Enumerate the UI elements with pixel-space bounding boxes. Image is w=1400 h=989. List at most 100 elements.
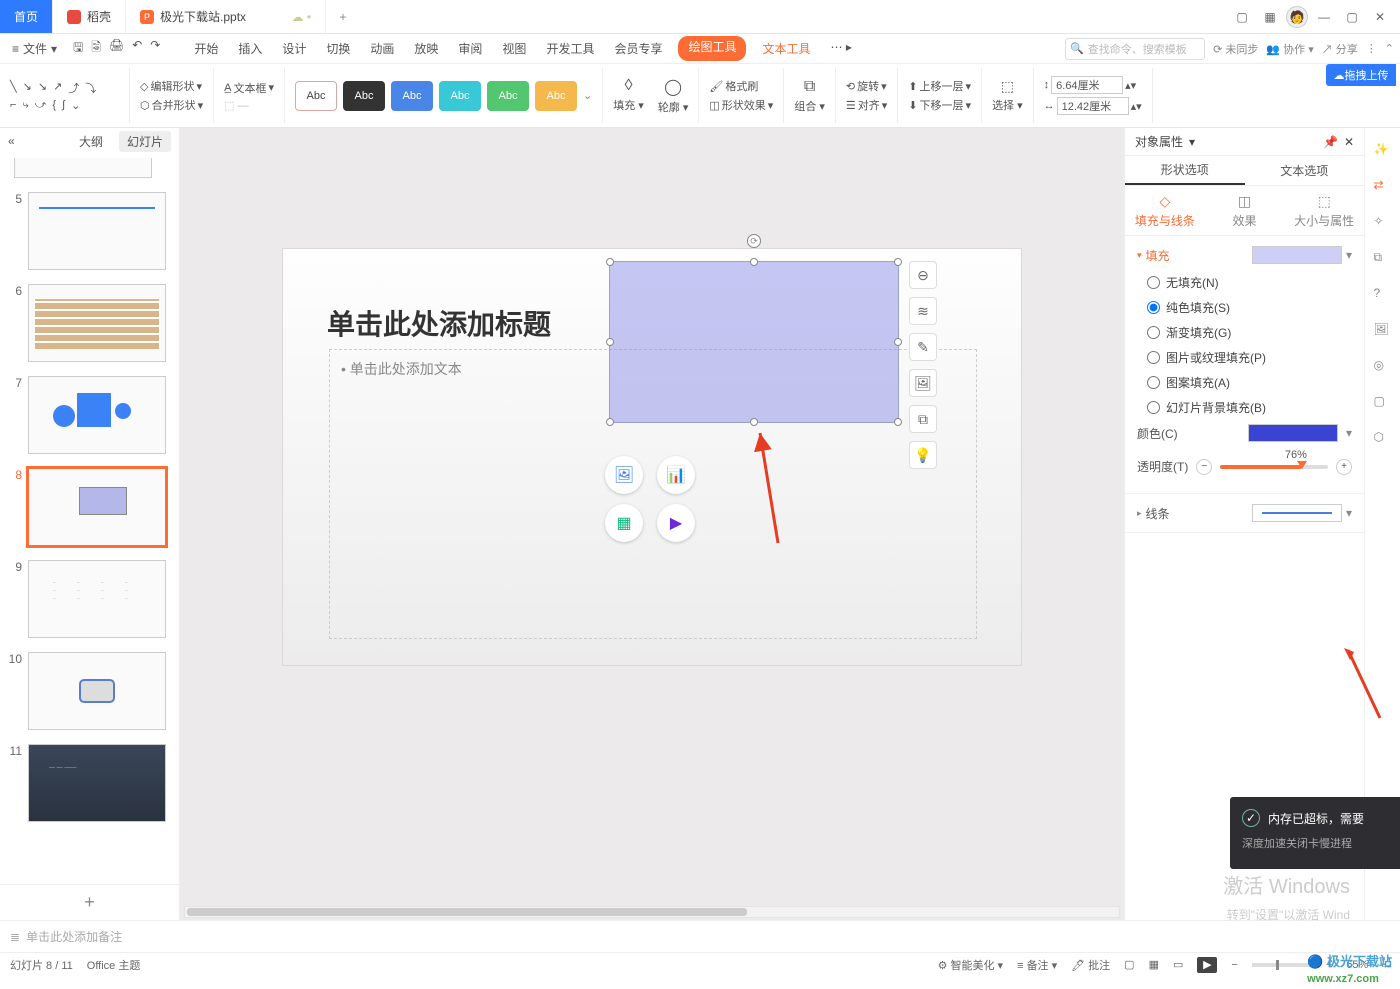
mtab-draw-tool[interactable]: 绘图工具 bbox=[678, 36, 746, 61]
fill-preview-swatch[interactable] bbox=[1252, 246, 1342, 264]
thumb-6[interactable] bbox=[28, 284, 166, 362]
radio-pattern-fill[interactable]: 图案填充(A) bbox=[1147, 374, 1352, 391]
height-input[interactable]: 6.64厘米 bbox=[1051, 76, 1123, 94]
style-2[interactable]: Abc bbox=[343, 81, 385, 111]
mtab-dev[interactable]: 开发工具 bbox=[542, 36, 598, 61]
view-normal-icon[interactable]: ▢ bbox=[1124, 958, 1134, 971]
transparency-increase[interactable]: + bbox=[1336, 459, 1352, 475]
style-6[interactable]: Abc bbox=[535, 81, 577, 111]
mtab-start[interactable]: 开始 bbox=[190, 36, 222, 61]
rb-sparkle-icon[interactable]: ✨ bbox=[1374, 142, 1392, 160]
nav-slides-tab[interactable]: 幻灯片 bbox=[119, 131, 171, 152]
mtab-animation[interactable]: 动画 bbox=[366, 36, 398, 61]
tab-document[interactable]: P 极光下载站.pptx ☁ • bbox=[126, 0, 326, 33]
rb-star-icon[interactable]: ✧ bbox=[1374, 214, 1392, 232]
thumb-11[interactable]: — — —— bbox=[28, 744, 166, 822]
nav-outline-tab[interactable]: 大纲 bbox=[71, 131, 111, 152]
tab-add-button[interactable]: + bbox=[326, 0, 360, 33]
section-fill-header[interactable]: 填充 bbox=[1146, 247, 1170, 264]
thumb-5[interactable] bbox=[28, 192, 166, 270]
menu-more[interactable]: ⋮ bbox=[1366, 42, 1377, 55]
insert-chart-icon[interactable]: 📊 bbox=[657, 456, 695, 494]
thumb-10[interactable] bbox=[28, 652, 166, 730]
send-backward-btn[interactable]: ⬇ 下移一层 ▾ bbox=[908, 97, 971, 113]
rotate-btn[interactable]: ⟲ 旋转 ▾ bbox=[846, 78, 887, 94]
tab-home[interactable]: 首页 bbox=[0, 0, 53, 33]
memory-notification[interactable]: ✓内存已超标，需要 深度加速关闭卡慢进程 bbox=[1230, 797, 1400, 869]
mtab-transition[interactable]: 切换 bbox=[322, 36, 354, 61]
rb-cube-icon[interactable]: ⬡ bbox=[1374, 430, 1392, 448]
share-button[interactable]: ↗ 分享 bbox=[1322, 41, 1358, 57]
panel-pin-icon[interactable]: 📌 bbox=[1323, 135, 1338, 149]
rb-layers-icon[interactable]: ⧉ bbox=[1374, 250, 1392, 268]
slide-body-placeholder[interactable]: • 单击此处添加文本 bbox=[341, 359, 462, 379]
rotate-handle[interactable]: ⟳ bbox=[747, 234, 761, 248]
subtab-effect[interactable]: ◫效果 bbox=[1205, 186, 1285, 235]
zoom-slider[interactable] bbox=[1252, 963, 1312, 967]
float-image-icon[interactable]: 🖼 bbox=[909, 369, 937, 397]
radio-gradient-fill[interactable]: 渐变填充(G) bbox=[1147, 324, 1352, 341]
coop-button[interactable]: 👥 协作 ▾ bbox=[1266, 41, 1313, 57]
mtab-slideshow[interactable]: 放映 bbox=[410, 36, 442, 61]
combine-btn[interactable]: ⧉组合 ▾ bbox=[794, 78, 825, 114]
slide[interactable]: 单击此处添加标题 • 单击此处添加文本 ⟳ ⊖ ≋ ✎ 🖼 ⧉ 💡 bbox=[282, 248, 1022, 666]
avatar[interactable]: 🧑 bbox=[1286, 6, 1308, 28]
view-sorter-icon[interactable]: ▦ bbox=[1149, 958, 1159, 971]
add-slide-button[interactable]: + bbox=[0, 884, 179, 920]
select-btn[interactable]: ⬚选择 ▾ bbox=[992, 78, 1023, 113]
float-copy-icon[interactable]: ⧉ bbox=[909, 405, 937, 433]
mtab-insert[interactable]: 插入 bbox=[234, 36, 266, 61]
line-preview[interactable] bbox=[1252, 504, 1342, 522]
qat-undo-icon[interactable]: ↶ bbox=[132, 38, 142, 59]
sync-status[interactable]: ⟳ 未同步 bbox=[1213, 41, 1258, 57]
style-5[interactable]: Abc bbox=[487, 81, 529, 111]
rb-settings-icon[interactable]: ⇄ bbox=[1374, 178, 1392, 196]
search-input[interactable]: 🔍 查找命令、搜索模板 bbox=[1065, 38, 1205, 60]
subtab-size[interactable]: ⬚大小与属性 bbox=[1284, 186, 1364, 235]
textbox-btn[interactable]: A̲ 文本框 ▾ bbox=[224, 80, 274, 96]
mtab-text-tool[interactable]: 文本工具 bbox=[758, 36, 814, 61]
mtab-view[interactable]: 视图 bbox=[498, 36, 530, 61]
slide-title-placeholder[interactable]: 单击此处添加标题 bbox=[327, 303, 551, 343]
window-maximize[interactable]: ▢ bbox=[1340, 5, 1364, 29]
style-1[interactable]: Abc bbox=[295, 81, 337, 111]
radio-picture-fill[interactable]: 图片或纹理填充(P) bbox=[1147, 349, 1352, 366]
file-menu[interactable]: ≡ 文件 ▾ bbox=[6, 40, 63, 57]
view-slideshow-icon[interactable]: ▶ bbox=[1197, 957, 1217, 973]
menu-caret[interactable]: ⌃ bbox=[1385, 42, 1394, 55]
resize-handle-sw[interactable] bbox=[606, 418, 614, 426]
radio-no-fill[interactable]: 无填充(N) bbox=[1147, 274, 1352, 291]
resize-handle-nw[interactable] bbox=[606, 258, 614, 266]
color-picker[interactable] bbox=[1248, 424, 1338, 442]
fill-btn[interactable]: ◊填充 ▾ bbox=[613, 77, 644, 115]
resize-handle-e[interactable] bbox=[894, 338, 902, 346]
transparency-slider[interactable]: 76% bbox=[1220, 465, 1328, 469]
merge-shape-btn[interactable]: ⬡ 合并形状 ▾ bbox=[140, 97, 203, 113]
shape-effect-btn[interactable]: ◫ 形状效果 ▾ bbox=[709, 97, 773, 113]
tab-shape-options[interactable]: 形状选项 bbox=[1125, 156, 1245, 185]
resize-handle-s[interactable] bbox=[750, 418, 758, 426]
view-reading-icon[interactable]: ▭ bbox=[1173, 958, 1183, 971]
resize-handle-n[interactable] bbox=[750, 258, 758, 266]
cloud-upload-button[interactable]: ☁ 拖拽上传 bbox=[1326, 64, 1396, 86]
zoom-out[interactable]: − bbox=[1231, 959, 1237, 971]
float-layers-icon[interactable]: ≋ bbox=[909, 297, 937, 325]
format-painter-btn[interactable]: 🖌 格式刷 bbox=[709, 78, 773, 94]
mtab-design[interactable]: 设计 bbox=[278, 36, 310, 61]
bring-forward-btn[interactable]: ⬆ 上移一层 ▾ bbox=[908, 78, 971, 94]
float-idea-icon[interactable]: 💡 bbox=[909, 441, 937, 469]
qat-redo-icon[interactable]: ↷ bbox=[150, 38, 160, 59]
window-close[interactable]: ✕ bbox=[1368, 5, 1392, 29]
styles-more[interactable]: ⌄ bbox=[583, 89, 592, 102]
style-4[interactable]: Abc bbox=[439, 81, 481, 111]
rb-help-icon[interactable]: ? bbox=[1374, 286, 1392, 304]
resize-handle-w[interactable] bbox=[606, 338, 614, 346]
qat-preview-icon[interactable]: 🖨 bbox=[109, 38, 124, 59]
radio-solid-fill[interactable]: 纯色填充(S) bbox=[1147, 299, 1352, 316]
mtab-vip[interactable]: 会员专享 bbox=[610, 36, 666, 61]
notes-pane[interactable]: ≣ 单击此处添加备注 bbox=[0, 920, 1400, 952]
mtab-review[interactable]: 审阅 bbox=[454, 36, 486, 61]
edit-shape-btn[interactable]: ◇ 编辑形状 ▾ bbox=[140, 78, 203, 94]
insert-image-icon[interactable]: 🖼 bbox=[605, 456, 643, 494]
transparency-decrease[interactable]: − bbox=[1196, 459, 1212, 475]
